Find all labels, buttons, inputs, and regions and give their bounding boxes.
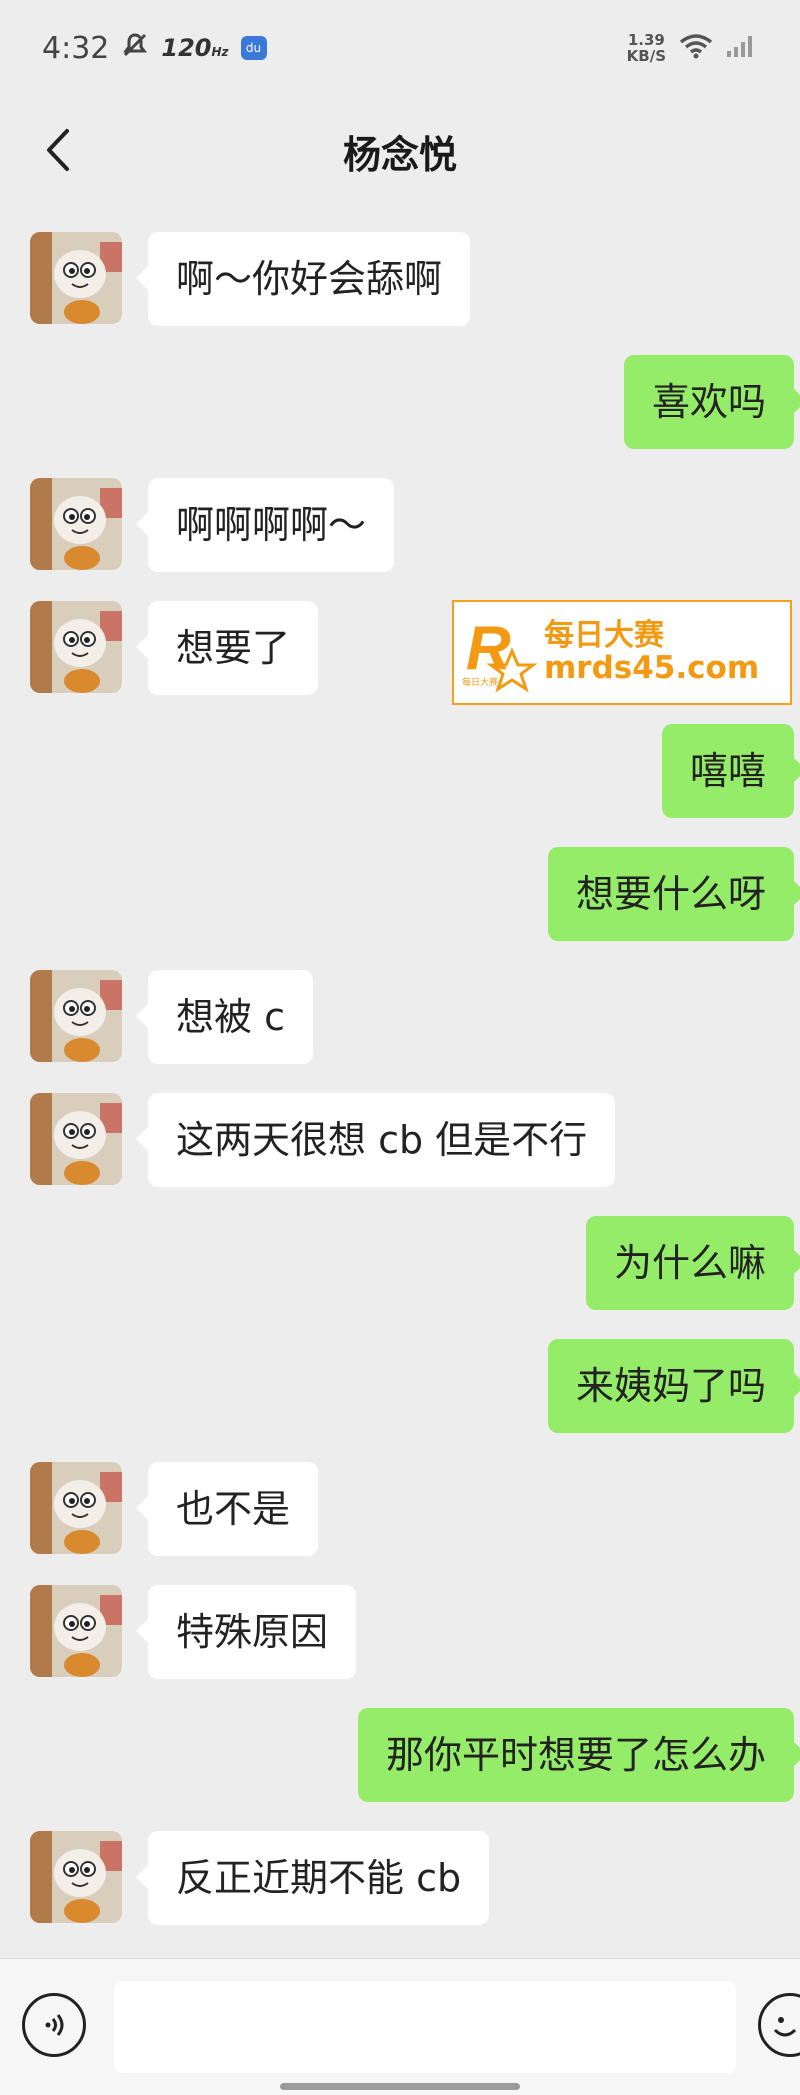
message-row-outgoing: 那你平时想要了怎么办 [0,1708,800,1802]
message-thread[interactable]: 啊～你好会舔啊喜欢吗啊啊啊啊～ 想要了嘻嘻想要什么呀想被 c 这两天很想 cb 但是… [0,206,800,1958]
watermark-text: 每日大赛 mrds45.com [544,620,759,684]
watermark-logo-small: 每日大赛 [462,676,498,688]
status-time: 4:32 [42,30,110,66]
chevron-left-icon [47,129,69,171]
chat-title: 杨念悦 [342,132,457,177]
wifi-icon [678,32,714,64]
refresh-rate-unit: Hz [211,45,229,59]
message-bubble-incoming[interactable]: 啊～你好会舔啊 [135,232,471,326]
avatar[interactable] [30,232,122,324]
status-right: 1.39 KB/S [627,32,756,64]
message-bubble-outgoing[interactable]: 来姨妈了吗 [547,1339,800,1433]
watermark-banner: R 每日大赛 每日大赛 mrds45.com [452,600,792,705]
message-bubble-incoming[interactable]: 这两天很想 cb 但是不行 [135,1093,616,1187]
message-bubble-outgoing[interactable]: 嘻嘻 [661,724,800,818]
input-bar [0,1958,800,2095]
emoji-icon [773,2017,797,2037]
avatar[interactable] [30,478,122,570]
watermark-logo-letter: R [466,614,511,683]
message-bubble-outgoing[interactable]: 喜欢吗 [623,355,800,449]
message-bubble-incoming[interactable]: 特殊原因 [135,1585,357,1679]
message-row-outgoing: 喜欢吗 [0,355,800,449]
refresh-rate: 120Hz [161,34,228,62]
home-indicator[interactable] [280,2083,520,2090]
message-bubble-outgoing[interactable]: 想要什么呀 [547,847,800,941]
refresh-rate-value: 120 [161,34,212,62]
status-bar: 4:32 120Hz du 1.39 KB/S [0,0,800,96]
message-bubble-incoming[interactable]: 也不是 [135,1462,319,1556]
net-speed-unit: KB/S [626,47,666,65]
watermark-logo: R 每日大赛 [454,603,544,703]
message-row-outgoing: 嘻嘻 [0,724,800,818]
message-bubble-incoming[interactable]: 想要了 [135,601,319,695]
message-row-incoming: 啊啊啊啊～ [0,478,800,572]
voice-icon [45,2014,64,2036]
message-row-outgoing: 来姨妈了吗 [0,1339,800,1433]
message-bubble-incoming[interactable]: 啊啊啊啊～ [135,478,395,572]
net-speed: 1.39 KB/S [627,32,666,64]
voice-button[interactable] [22,1993,86,2057]
avatar[interactable] [30,1462,122,1554]
avatar[interactable] [30,601,122,693]
chat-header: 杨念悦 [0,96,800,206]
message-input[interactable] [114,1981,736,2073]
message-row-incoming: 想被 c [0,970,800,1064]
watermark-url: mrds45.com [544,649,760,686]
message-row-incoming: 特殊原因 [0,1585,800,1679]
net-speed-value: 1.39 [627,31,665,49]
avatar[interactable] [30,1831,122,1923]
message-bubble-incoming[interactable]: 反正近期不能 cb [135,1831,490,1925]
message-row-outgoing: 为什么嘛 [0,1216,800,1310]
message-row-incoming: 也不是 [0,1462,800,1556]
back-button[interactable] [30,122,86,178]
message-bubble-outgoing[interactable]: 为什么嘛 [585,1216,800,1310]
avatar[interactable] [30,1093,122,1185]
message-bubble-outgoing[interactable]: 那你平时想要了怎么办 [357,1708,800,1802]
message-row-incoming: 反正近期不能 cb [0,1831,800,1925]
message-row-incoming: 这两天很想 cb 但是不行 [0,1093,800,1187]
app-badge-icon: du [240,36,267,60]
signal-icon [726,33,756,63]
avatar[interactable] [30,1585,122,1677]
message-row-incoming: 啊～你好会舔啊 [0,232,800,326]
mute-icon [121,31,149,66]
watermark-name: 每日大赛 [544,618,664,654]
message-row-outgoing: 想要什么呀 [0,847,800,941]
avatar[interactable] [30,970,122,1062]
emoji-button[interactable] [758,1993,800,2057]
message-bubble-incoming[interactable]: 想被 c [136,970,313,1064]
status-left: 4:32 120Hz du [42,31,267,66]
